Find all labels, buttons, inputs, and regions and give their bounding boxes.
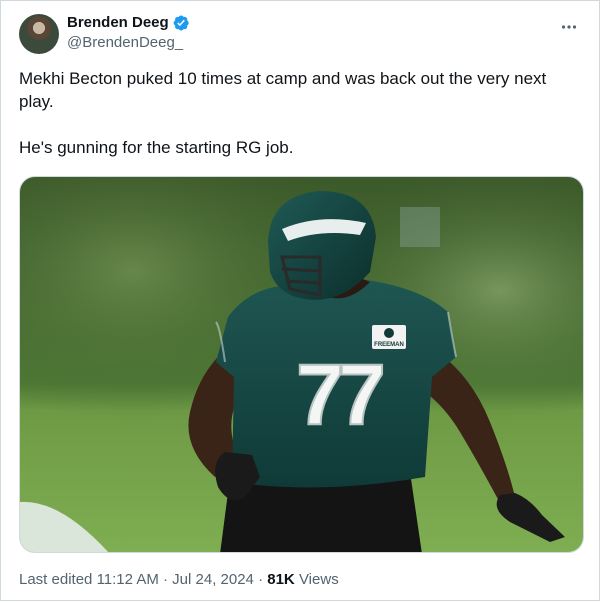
tweet-text: Mekhi Becton puked 10 times at camp and … <box>19 67 584 159</box>
tweet-meta: Last edited 11:12 AM · Jul 24, 2024 · 81… <box>19 570 339 590</box>
author-avatar[interactable] <box>19 14 59 54</box>
tweet-paragraph: Mekhi Becton puked 10 times at camp and … <box>19 69 547 111</box>
author-names: Brenden Deeg @BrendenDeeg_ <box>67 13 190 53</box>
author-display-name[interactable]: Brenden Deeg <box>67 13 169 33</box>
more-options-icon[interactable] <box>559 17 579 37</box>
edited-label[interactable]: Last edited <box>19 571 92 588</box>
meta-separator: · <box>258 571 264 588</box>
tweet-header: Brenden Deeg @BrendenDeeg_ <box>19 13 583 57</box>
tweet-time[interactable]: 11:12 AM <box>97 571 159 588</box>
tweet-date[interactable]: Jul 24, 2024 <box>172 571 254 588</box>
tweet-photo[interactable]: FREEMAN 77 <box>19 176 584 553</box>
tweet-paragraph: He's gunning for the starting RG job. <box>19 138 294 157</box>
tweet-card[interactable]: Brenden Deeg @BrendenDeeg_ Mekhi Becton … <box>0 0 600 601</box>
views-label: Views <box>298 571 339 588</box>
verified-badge-icon[interactable] <box>172 14 190 32</box>
views-count[interactable]: 81K <box>267 571 295 588</box>
meta-separator: · <box>163 571 168 588</box>
author-handle[interactable]: @BrendenDeeg_ <box>67 33 190 53</box>
jersey-number: 77 <box>296 347 383 443</box>
football-player-photo: FREEMAN 77 <box>20 177 583 552</box>
display-name-row: Brenden Deeg <box>67 13 190 33</box>
